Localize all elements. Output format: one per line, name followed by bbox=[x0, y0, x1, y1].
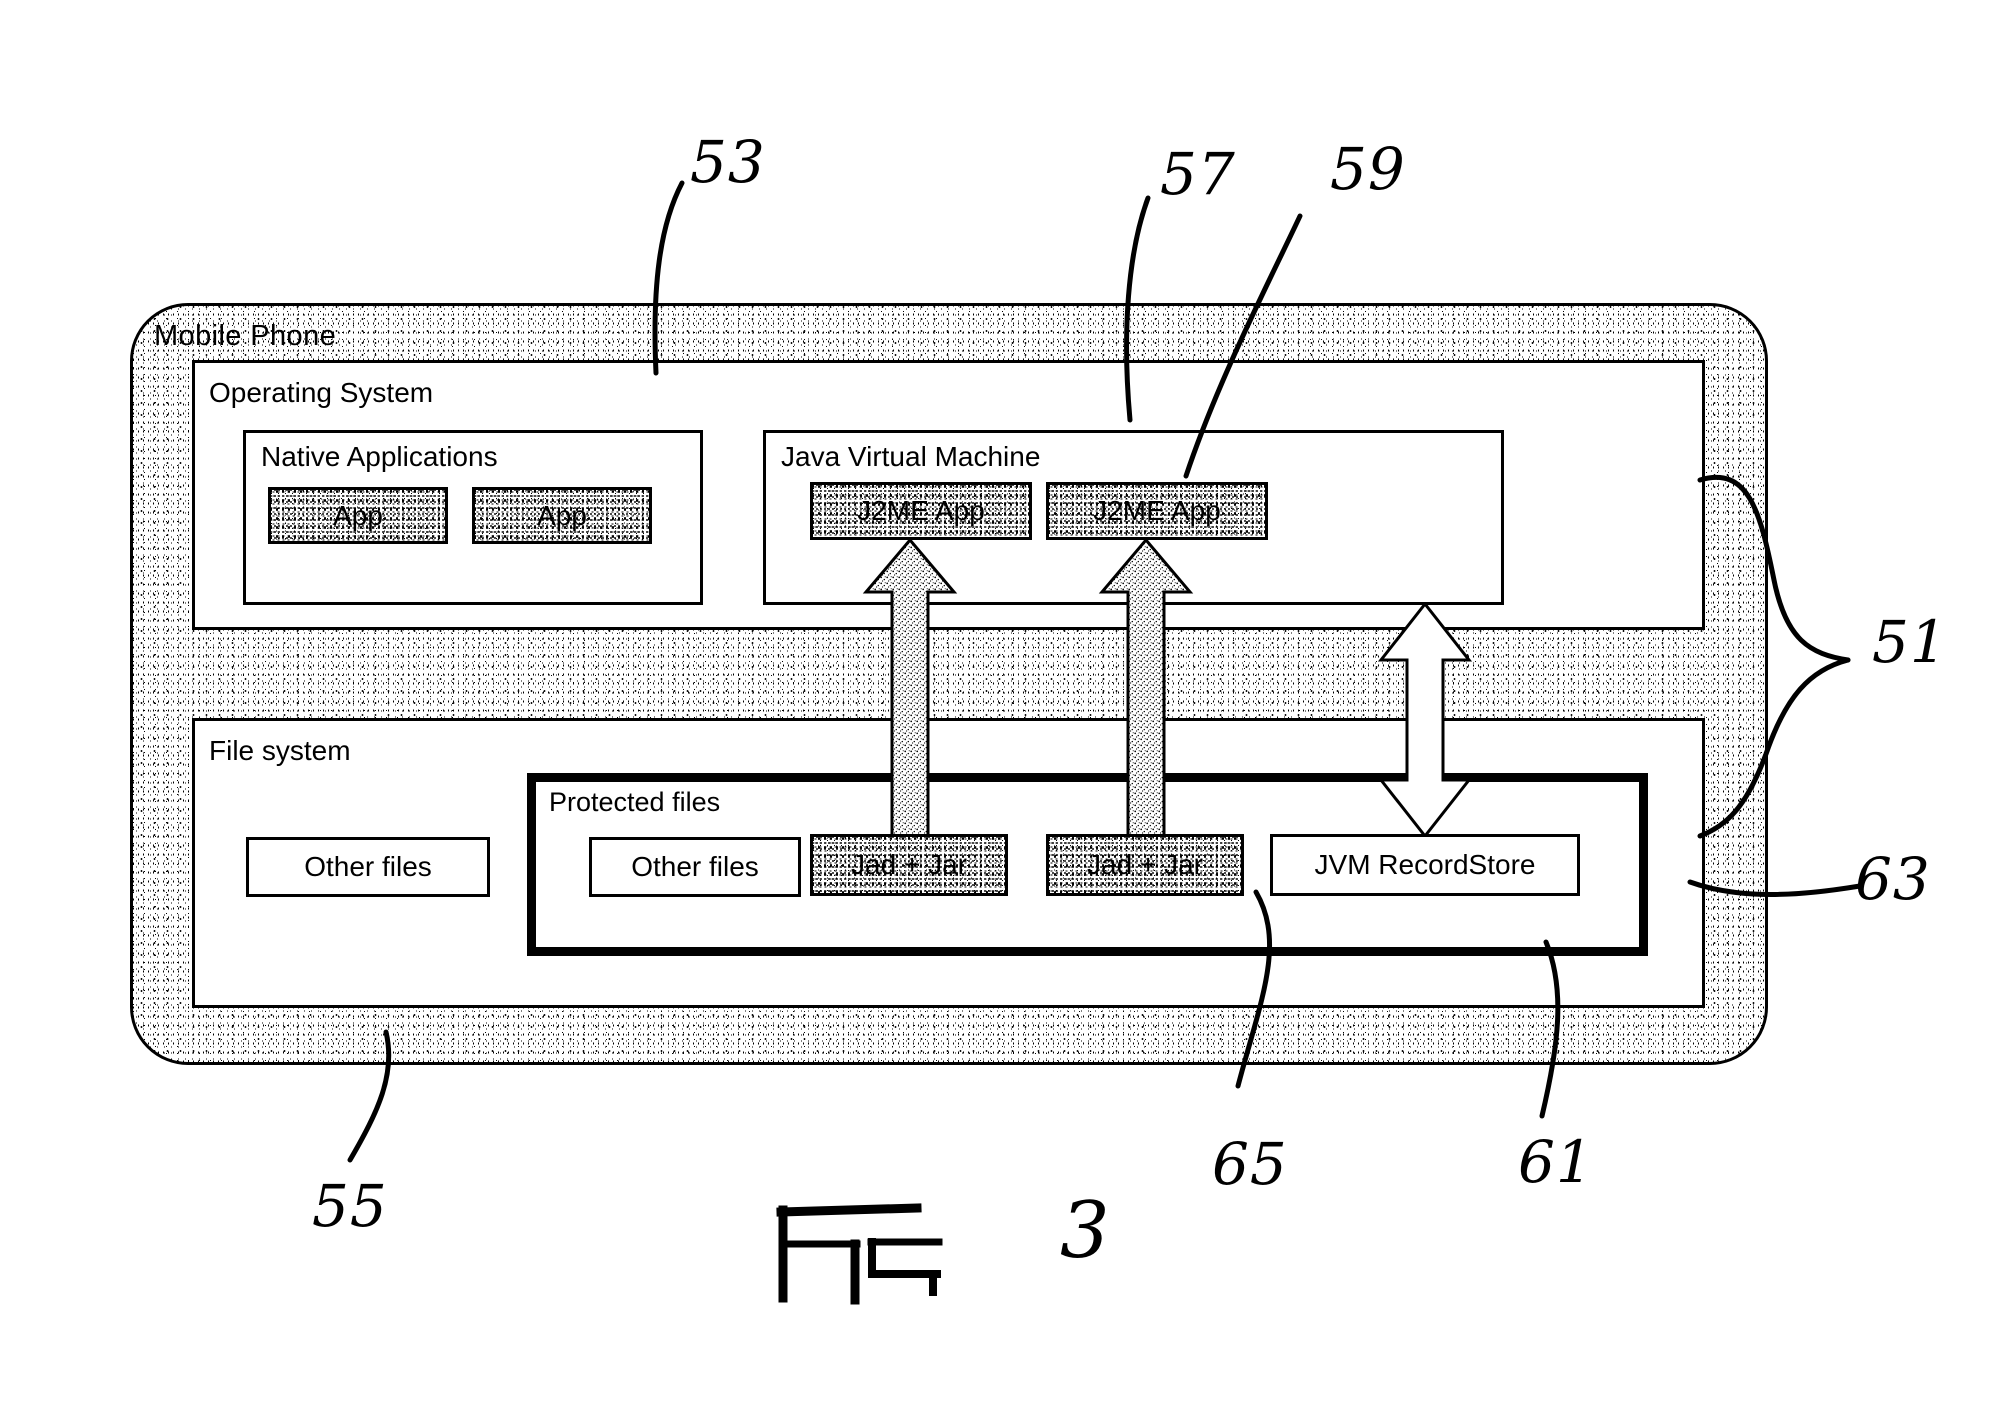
jad-jar-label-1: Jad + Jar bbox=[851, 849, 967, 880]
native-app-box-2: App bbox=[472, 487, 652, 544]
jvm-recordstore-box: JVM RecordStore bbox=[1270, 834, 1580, 896]
figure-number: 3 bbox=[1060, 1186, 1111, 1276]
figure-canvas: Mobile Phone Operating System Native App… bbox=[0, 0, 2008, 1401]
reference-numeral-61: 61 bbox=[1518, 1128, 1594, 1196]
jad-jar-box-1: Jad + Jar bbox=[810, 834, 1008, 896]
file-system-label: File system bbox=[209, 735, 351, 766]
jad-jar-box-2: Jad + Jar bbox=[1046, 834, 1244, 896]
other-files-box-outer: Other files bbox=[246, 837, 490, 897]
figure-caption-mark bbox=[775, 1200, 1035, 1315]
other-files-label-protected: Other files bbox=[631, 851, 759, 882]
j2me-app-box-1: J2ME App bbox=[810, 482, 1032, 540]
arrow-jad-jar-2-to-j2me-app-2 bbox=[1098, 540, 1194, 836]
native-app-box-1: App bbox=[268, 487, 448, 544]
jad-jar-label-2: Jad + Jar bbox=[1087, 849, 1203, 880]
native-app-label-1: App bbox=[333, 499, 383, 531]
leader-line-53 bbox=[620, 175, 740, 376]
java-virtual-machine-label: Java Virtual Machine bbox=[781, 441, 1041, 472]
j2me-app-box-2: J2ME App bbox=[1046, 482, 1268, 540]
jvm-recordstore-label: JVM RecordStore bbox=[1314, 849, 1536, 880]
other-files-label-outer: Other files bbox=[304, 851, 432, 882]
leader-line-61 bbox=[1490, 939, 1620, 1120]
leader-line-65 bbox=[1190, 889, 1320, 1090]
reference-numeral-59: 59 bbox=[1330, 135, 1406, 203]
leader-line-51 bbox=[1697, 470, 1950, 840]
arrow-jvm-recordstore-bidirectional bbox=[1377, 604, 1473, 836]
other-files-box-protected: Other files bbox=[589, 837, 801, 897]
reference-numeral-65: 65 bbox=[1212, 1130, 1288, 1198]
arrow-jad-jar-1-to-j2me-app-1 bbox=[862, 540, 958, 836]
leader-line-55 bbox=[330, 1029, 440, 1170]
leader-line-59 bbox=[1160, 210, 1310, 480]
mobile-phone-label: Mobile Phone bbox=[154, 320, 337, 352]
operating-system-label: Operating System bbox=[209, 377, 434, 408]
j2me-app-label-2: J2ME App bbox=[1093, 495, 1221, 526]
protected-files-label: Protected files bbox=[549, 787, 721, 817]
reference-numeral-55: 55 bbox=[312, 1172, 388, 1240]
native-app-label-2: App bbox=[537, 499, 587, 531]
j2me-app-label-1: J2ME App bbox=[857, 495, 985, 526]
native-applications-label: Native Applications bbox=[261, 441, 498, 472]
leader-line-63 bbox=[1687, 860, 1870, 920]
